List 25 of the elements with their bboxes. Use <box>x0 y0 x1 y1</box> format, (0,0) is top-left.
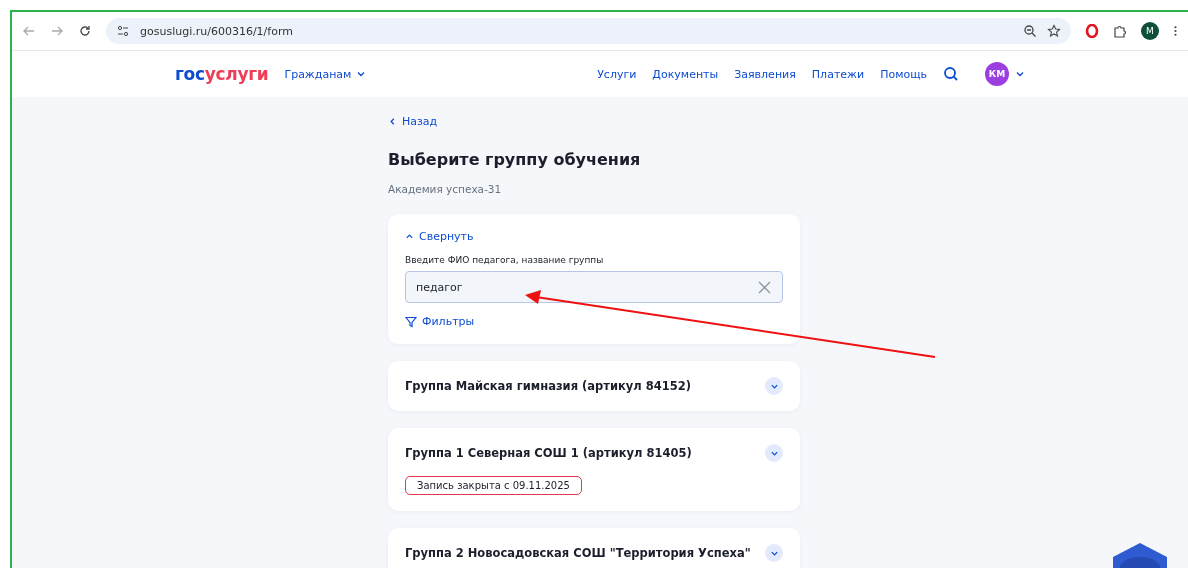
profile-avatar[interactable]: M <box>1141 22 1159 40</box>
collapse-toggle[interactable]: Свернуть <box>405 230 783 243</box>
filters-link[interactable]: Фильтры <box>405 315 783 328</box>
subtitle: Академия успеха-31 <box>388 183 503 195</box>
group-card[interactable]: Группа 1 Северная СОШ 1 (артикул 81405) Запись закрыта с 09.11.2025 <box>388 428 800 511</box>
url-text: gosuslugi.ru/600316/1/form <box>140 24 294 38</box>
back-link[interactable]: Назад <box>388 115 800 128</box>
group-title: Группа Майская гимназия (артикул 84152) <box>405 379 691 393</box>
audience-dropdown[interactable]: Гражданам <box>284 67 367 81</box>
group-title: Группа 1 Северная СОШ 1 (артикул 81405) <box>405 446 692 460</box>
field-label: Введите ФИО педагога, название группы <box>405 255 605 265</box>
nav-link[interactable]: Услуги <box>597 67 637 81</box>
status-badge: Запись закрыта с 09.11.2025 <box>405 476 582 495</box>
address-bar[interactable]: gosuslugi.ru/600316/1/form <box>106 18 1071 44</box>
search-field[interactable]: педагог <box>405 271 783 303</box>
nav-link[interactable]: Документы <box>652 67 719 81</box>
user-avatar[interactable]: КМ <box>985 62 1009 86</box>
group-title: Группа 2 Новосадовская СОШ "Территория Успеха" <box>405 546 751 560</box>
nav-link[interactable]: Платежи <box>811 67 865 81</box>
group-card[interactable]: Группа 2 Новосадовская СОШ "Территория Успеха" <box>388 528 800 568</box>
site-logo[interactable]: госуслуги <box>175 64 269 84</box>
group-card[interactable]: Группа Майская гимназия (артикул 84152) <box>388 361 800 411</box>
nav-link[interactable]: Заявления <box>734 67 796 81</box>
page-title: Выберите группу обучения <box>388 150 642 169</box>
nav-link[interactable]: Помощь <box>880 67 927 81</box>
